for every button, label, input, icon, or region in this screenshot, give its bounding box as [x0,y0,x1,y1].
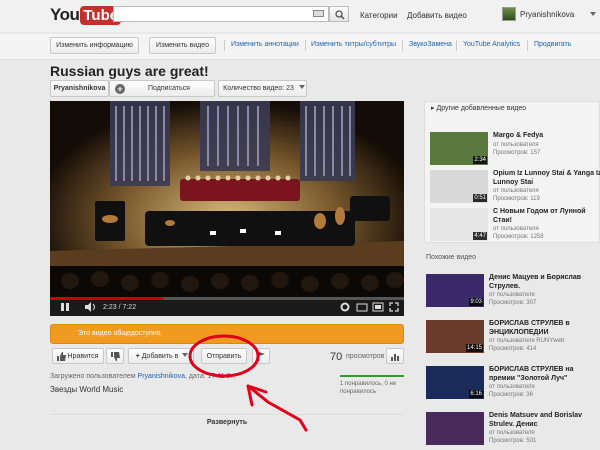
video-thumbnail[interactable]: 14:15 [426,320,484,353]
duration-badge: 6:16 [469,390,483,398]
thumbs-up-icon [57,352,66,361]
add-to-button[interactable]: + Добавить в [128,348,194,364]
logo-text-you: You [50,5,80,24]
flag-button[interactable] [252,348,270,364]
plus-icon: + [115,84,125,94]
video-views: Просмотров: 501 [489,438,537,444]
categories-link[interactable]: Категории [360,11,398,20]
video-title-link[interactable]: Margo & Fedya [493,131,600,140]
fullscreen-icon[interactable] [389,302,399,312]
search-icon [335,10,345,20]
edit-annotations-link[interactable]: Изменить аннотации [231,41,299,48]
gear-icon[interactable] [340,302,350,312]
progress-fill [50,297,164,300]
video-count-button[interactable]: Количество видео: 23 [218,80,307,97]
avatar[interactable] [502,7,516,21]
edit-video-button[interactable]: Изменить видео [149,37,216,54]
user-name[interactable]: Pryanishnikova [520,10,574,19]
video-author: от пользователя [493,142,539,148]
video-title-link[interactable]: БОРИСЛАВ СТРУЛЕВ в ЭНЦИКЛОПЕДИИ [489,319,599,337]
public-notice-text: Это видео общедоступно. [78,330,163,337]
video-views: Просмотров: 1258 [493,234,544,240]
volume-icon[interactable] [84,302,96,312]
chevron-down-icon [298,85,305,89]
expand-button[interactable]: Развернуть [50,414,404,430]
duration-badge: 9:03 [469,298,483,306]
video-title-link[interactable]: Opium Iz Lunnoy Stai & Yanga Iz Lunnoy S… [493,169,600,187]
video-views: Просмотров: 157 [493,150,541,156]
video-player[interactable] [50,101,404,316]
stats-button[interactable] [386,348,404,364]
video-thumbnail[interactable]: 0:51 [430,170,488,203]
like-stats: 1 понравилось, 0 не понравилось [340,381,397,395]
video-title-link[interactable]: Денис Мацуев и Борислав Струлев. [489,273,599,291]
plus-icon: + [135,353,140,360]
edit-captions-link[interactable]: Изменить титры/субтитры [311,41,396,48]
video-description: Звезды World Music [50,385,124,394]
video-title-link[interactable]: С Новым Годом от Лунной Стаи! [493,207,600,225]
duration-badge: 4:47 [473,232,487,240]
chevron-down-icon[interactable] [590,12,596,16]
bar-chart-icon [391,354,399,361]
video-thumbnail[interactable]: 4:47 [430,208,488,241]
duration-badge: 14:15 [465,344,483,352]
upload-date: , дата: 17.11.2... [185,373,237,380]
subscribe-button[interactable]: + Подписаться [109,80,215,97]
thumbs-down-icon [111,352,120,361]
subscribe-label: Подписаться [148,85,190,92]
upload-info: Загружено пользователем Pryanishnikova, … [50,373,236,380]
search-input[interactable] [113,6,329,22]
video-title: Russian guys are great! [50,63,209,79]
chevron-down-icon [182,353,189,357]
upload-prefix: Загружено пользователем [50,373,136,380]
search-button[interactable] [329,6,349,22]
related-videos-heading: Похожие видео [426,254,477,261]
video-author: от пользователя [489,292,535,298]
video-author: от пользователя RUNYweb [489,338,565,344]
pause-icon[interactable] [60,302,70,312]
video-views: Просмотров: 414 [489,346,537,352]
video-title-link[interactable]: Denis Matsuev and Borislav Strulev. Дени… [489,411,599,429]
video-thumbnail[interactable]: 6:16 [426,366,484,399]
other-videos-heading: ▸ Другие добавленные видео [431,105,527,112]
upload-user-link[interactable]: Pryanishnikova [138,373,185,380]
video-views: Просмотров: 36 [489,392,533,398]
add-to-label: Добавить в [141,353,179,360]
keyboard-icon[interactable] [313,10,324,17]
popout-icon[interactable] [356,302,368,312]
upload-link[interactable]: Добавить видео [407,11,467,20]
video-thumbnail[interactable]: 9:03 [426,274,484,307]
edit-info-button[interactable]: Изменить информацию [50,37,139,54]
video-author: от пользователя [493,226,539,232]
video-frame-image [50,101,404,316]
views-label: просмотров [346,353,385,360]
video-thumbnail[interactable] [426,412,484,445]
like-ratio-bar [340,375,404,377]
promote-link[interactable]: Продвигать [534,41,571,48]
like-button[interactable]: Нравится [52,348,104,364]
video-thumbnail[interactable]: 2:34 [430,132,488,165]
duration-badge: 0:51 [473,194,487,202]
like-label: Нравится [67,353,99,360]
video-author: от пользователя [489,384,535,390]
video-author: от пользователя [493,188,539,194]
video-author: от пользователя [489,430,535,436]
duration-badge: 2:34 [473,156,487,164]
video-views: Просмотров: 307 [489,300,537,306]
share-button[interactable]: Отправить [201,348,247,364]
time-display: 2:23 / 7:22 [103,304,137,311]
view-count: 70 [330,351,343,363]
expand-player-icon[interactable] [372,302,384,312]
video-views: Просмотров: 119 [493,196,540,202]
channel-button[interactable]: Pryanishnikova [50,80,109,97]
video-title-link[interactable]: БОРИСЛАВ СТРУЛЕВ на премии "Золотой Луч" [489,365,599,383]
flag-icon [258,352,265,361]
video-count-label: Количество видео: 23 [223,85,294,92]
audioswap-link[interactable]: ЗвукоЗамена [409,41,452,48]
youtube-logo[interactable]: You Tube [50,5,122,25]
dislike-button[interactable] [106,348,124,364]
analytics-link[interactable]: YouTube Analytics [463,41,520,48]
